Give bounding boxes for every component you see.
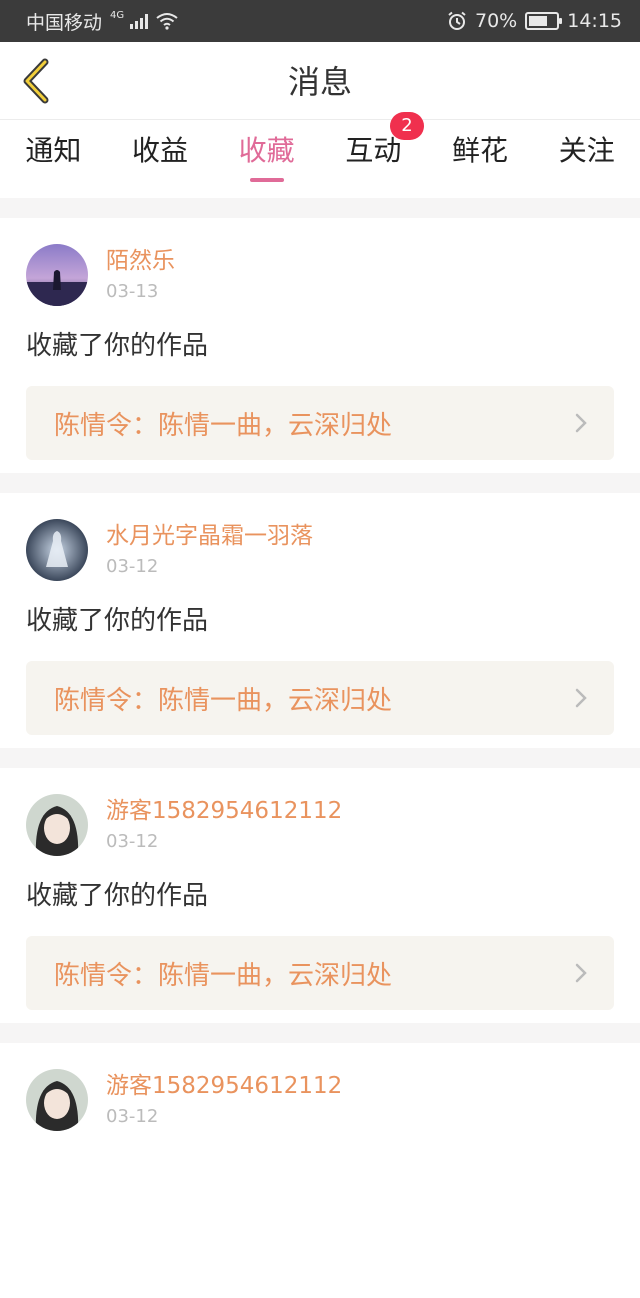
avatar[interactable] xyxy=(26,794,88,856)
avatar[interactable] xyxy=(26,1069,88,1131)
username[interactable]: 陌然乐 xyxy=(106,244,175,278)
tab-label: 互动 xyxy=(345,134,402,167)
avatar[interactable] xyxy=(26,519,88,581)
message-list: 陌然乐 03-13 收藏了你的作品 陈情令：陈情一曲，云深归处 水月光字晶霜一羽… xyxy=(0,198,640,1298)
message-date: 03-12 xyxy=(106,1106,159,1127)
message-text: 收藏了你的作品 xyxy=(26,331,209,361)
work-link[interactable]: 陈情令：陈情一曲，云深归处 xyxy=(26,936,614,1010)
tab-earnings[interactable]: 收益 xyxy=(107,120,214,198)
page-title: 消息 xyxy=(287,63,352,101)
username[interactable]: 游客1582954612112 xyxy=(106,794,342,828)
avatar[interactable] xyxy=(26,244,88,306)
wifi-icon xyxy=(156,13,178,30)
tab-label: 鲜花 xyxy=(452,134,509,167)
tab-label: 关注 xyxy=(558,134,615,167)
status-bar: 中国移动 4G 70% 14:15 xyxy=(0,0,640,42)
list-item: 游客1582954612112 03-12 收藏了你的作品 陈情令：陈情一曲，云… xyxy=(0,768,640,1023)
message-date: 03-12 xyxy=(106,831,159,852)
username[interactable]: 水月光字晶霜一羽落 xyxy=(106,519,313,553)
message-date: 03-12 xyxy=(106,556,159,577)
signal-icon xyxy=(130,13,149,29)
alarm-icon xyxy=(448,11,466,30)
tab-bar: 通知 收益 收藏 互动 2 鲜花 关注 xyxy=(0,112,640,198)
list-item: 水月光字晶霜一羽落 03-12 收藏了你的作品 陈情令：陈情一曲，云深归处 xyxy=(0,493,640,748)
tab-flowers[interactable]: 鲜花 xyxy=(427,120,534,198)
work-title: 陈情令：陈情一曲，云深归处 xyxy=(54,960,393,991)
work-title: 陈情令：陈情一曲，云深归处 xyxy=(54,685,393,716)
tab-favorites[interactable]: 收藏 xyxy=(213,120,320,198)
chevron-right-icon xyxy=(575,688,587,708)
work-link[interactable]: 陈情令：陈情一曲，云深归处 xyxy=(26,661,614,735)
back-button[interactable] xyxy=(10,52,62,110)
clock: 14:15 xyxy=(567,10,622,32)
tab-notifications[interactable]: 通知 xyxy=(0,120,107,198)
tab-interactions[interactable]: 互动 2 xyxy=(320,112,427,198)
work-title: 陈情令：陈情一曲，云深归处 xyxy=(54,410,393,441)
network-type: 4G xyxy=(110,9,125,21)
tab-label: 通知 xyxy=(25,134,82,167)
chevron-right-icon xyxy=(575,413,587,433)
message-text: 收藏了你的作品 xyxy=(26,881,209,911)
battery-percent: 70% xyxy=(475,10,518,32)
carrier-label: 中国移动 xyxy=(26,11,103,34)
tab-label: 收益 xyxy=(132,134,189,167)
app-header: 消息 xyxy=(0,42,640,120)
username[interactable]: 游客1582954612112 xyxy=(106,1069,342,1103)
chevron-left-icon xyxy=(23,58,49,104)
work-link[interactable]: 陈情令：陈情一曲，云深归处 xyxy=(26,386,614,460)
list-item: 游客1582954612112 03-12 xyxy=(0,1043,640,1298)
active-tab-indicator xyxy=(249,178,284,182)
chevron-right-icon xyxy=(575,963,587,983)
list-item: 陌然乐 03-13 收藏了你的作品 陈情令：陈情一曲，云深归处 xyxy=(0,218,640,473)
battery-icon xyxy=(525,12,563,30)
tab-label: 收藏 xyxy=(238,134,295,167)
unread-badge: 2 xyxy=(390,112,425,140)
tab-following[interactable]: 关注 xyxy=(533,120,640,198)
message-date: 03-13 xyxy=(106,281,159,302)
message-text: 收藏了你的作品 xyxy=(26,606,209,636)
